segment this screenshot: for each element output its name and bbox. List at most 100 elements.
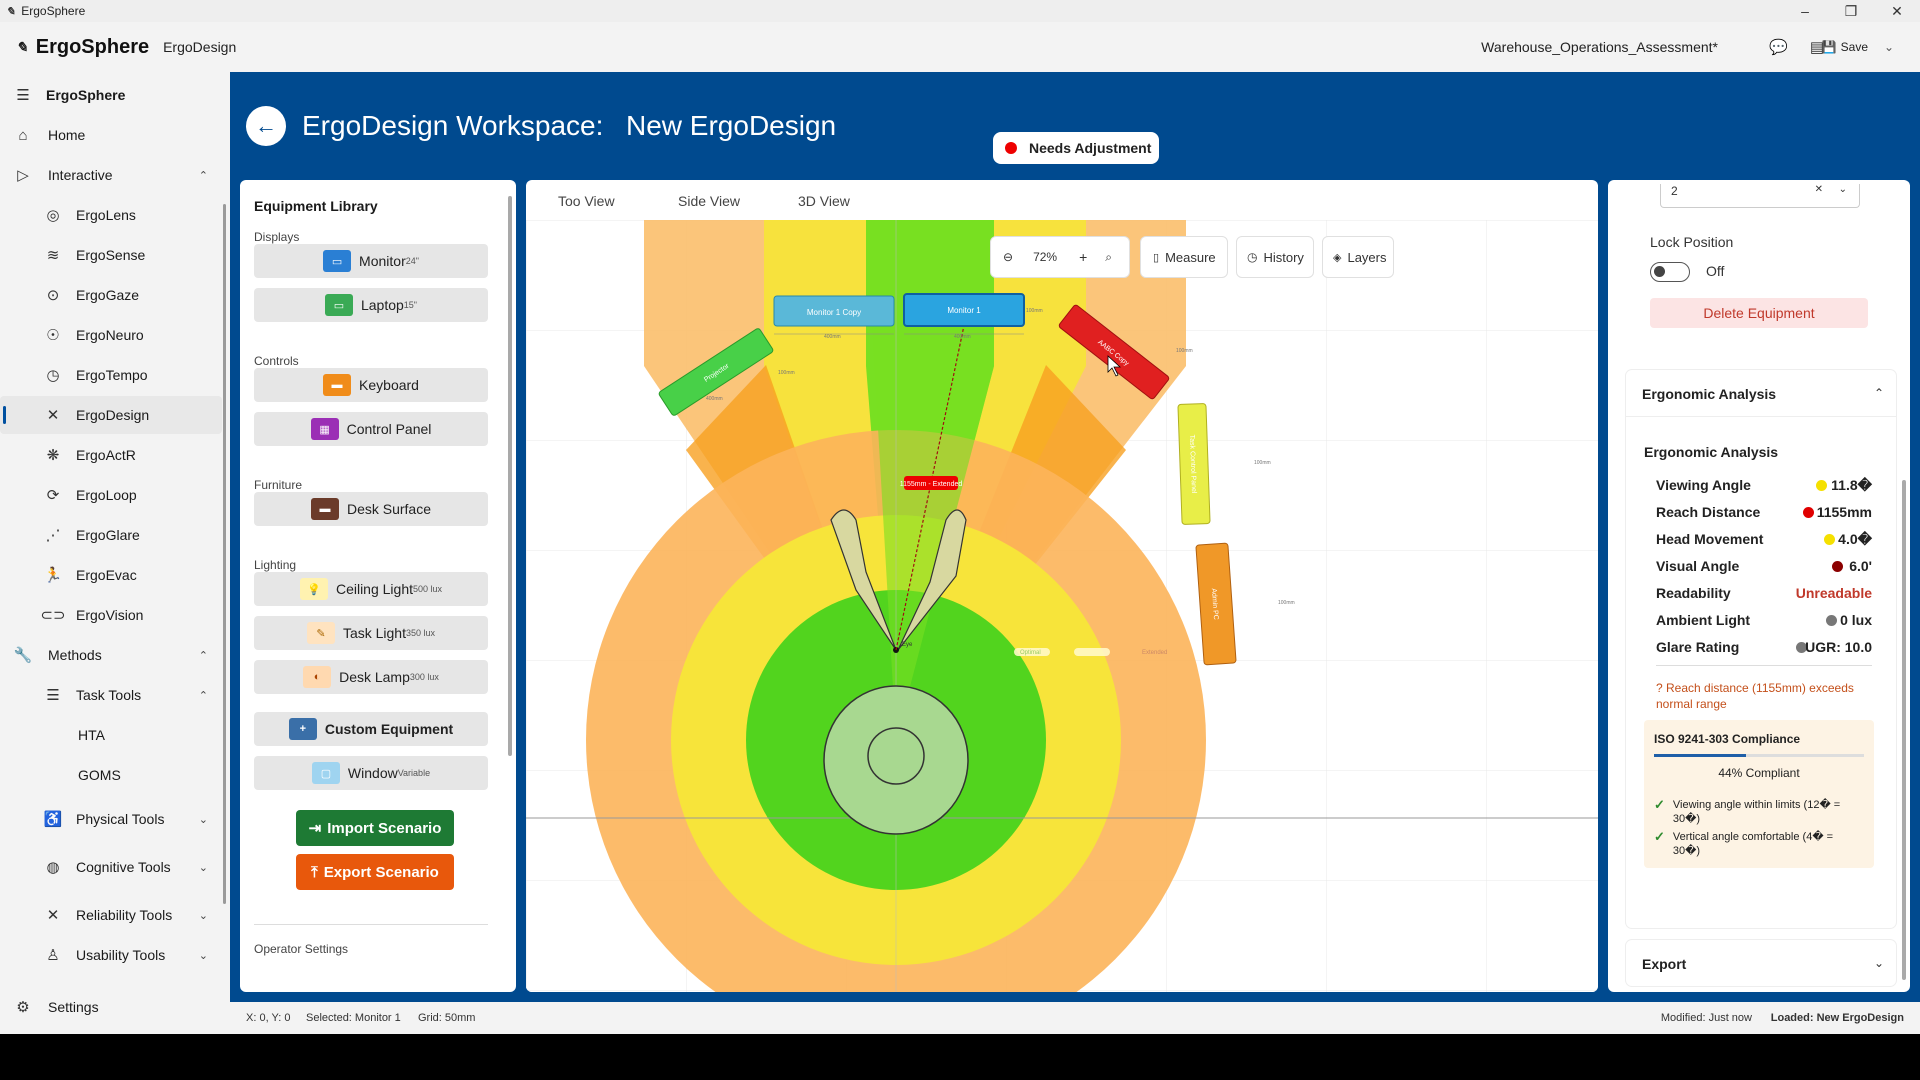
maximize-button[interactable]: ❐ — [1828, 0, 1874, 22]
chevron-down-icon[interactable]: ⌄ — [1839, 184, 1847, 195]
properties-scrollbar[interactable] — [1902, 480, 1906, 980]
library-scrollbar[interactable] — [508, 196, 512, 756]
sidebar-item-home[interactable]: ⌂ Home — [0, 116, 222, 154]
property-dropdown[interactable]: 2 ✕ ⌄ — [1660, 184, 1860, 208]
sidebar-item-ergoneuro[interactable]: ☉ ErgoNeuro — [0, 316, 222, 354]
sidebar-item-ergovision[interactable]: ⊂⊃ ErgoVision — [0, 596, 222, 634]
sidebar-item-settings[interactable]: ⚙ Settings — [0, 988, 222, 1026]
library-item-desk-lamp[interactable]: ◐ Desk Lamp 300 lux — [254, 660, 488, 694]
sidebar-item-ergoloop[interactable]: ⟳ ErgoLoop — [0, 476, 222, 514]
zoom-out-icon[interactable]: ⊖ — [1003, 250, 1013, 264]
save-icon: 💾 — [1821, 40, 1837, 54]
export-scenario-button[interactable]: ⤒ Export Scenario — [296, 854, 454, 890]
sidebar-item-reliability-tools[interactable]: ✕ Reliability Tools ⌄ — [0, 896, 222, 934]
sidebar-item-goms[interactable]: GOMS — [0, 756, 222, 794]
item-spec: 500 lux — [413, 584, 443, 594]
metric-reach-distance: Reach Distance 1155mm — [1656, 501, 1872, 523]
import-label: Import Scenario — [327, 819, 442, 837]
extended-label: Extended — [1142, 650, 1167, 656]
equipment-library: Equipment Library Displays ▭ Monitor 24" ▭… — [240, 180, 516, 992]
control-panel-icon: ▦ — [310, 418, 339, 440]
sidebar-item-ergosense[interactable]: ≋ ErgoSense — [0, 236, 222, 274]
app-logo-icon: ✎ — [6, 5, 16, 18]
sidebar-item-hta[interactable]: HTA — [0, 716, 222, 754]
item-label: Window — [347, 765, 398, 781]
sidebar-item-usability-tools[interactable]: ♙ Usability Tools ⌄ — [0, 936, 222, 974]
chevron-down-icon: ⌄ — [198, 949, 208, 962]
lock-position-toggle[interactable] — [1650, 262, 1690, 282]
tab-top-view[interactable]: Too View — [558, 193, 615, 209]
dropdown-value: 2 — [1671, 184, 1678, 198]
iso-progress-bar — [1654, 754, 1864, 757]
layers-button[interactable]: ◈ Layers — [1322, 236, 1394, 278]
history-button[interactable]: ◷ History — [1236, 236, 1314, 278]
normal-reach-marker — [1074, 648, 1110, 656]
close-button[interactable]: ✕ — [1874, 0, 1920, 22]
library-item-window[interactable]: ▢ Window Variable — [254, 756, 488, 790]
comment-icon[interactable]: 💬 — [1769, 38, 1788, 56]
tab-3d-view[interactable]: 3D View — [798, 193, 850, 209]
import-scenario-button[interactable]: ⇥ Import Scenario — [296, 810, 454, 846]
zoom-controls: ⊖ 72% + ⌕ — [990, 236, 1130, 278]
minimize-button[interactable]: – — [1782, 0, 1828, 22]
hamburger-menu-icon[interactable]: ☰ — [12, 86, 34, 104]
library-item-ceiling-light[interactable]: 💡 Ceiling Light 500 lux — [254, 572, 488, 606]
sidebar-item-physical-tools[interactable]: ♿ Physical Tools ⌄ — [0, 800, 222, 838]
sidebar: ☰ ErgoSphere ⌂ Home ▷ Interactive ⌃ ◎ ErgoLen… — [0, 72, 230, 1034]
chevron-up-icon[interactable]: ⌃ — [1874, 386, 1884, 400]
import-icon: ⇥ — [308, 820, 322, 837]
library-item-laptop[interactable]: ▭ Laptop 15" — [254, 288, 488, 322]
clear-icon[interactable]: ✕ — [1815, 184, 1823, 195]
delete-equipment-button[interactable]: Delete Equipment — [1650, 298, 1868, 328]
measure-button[interactable]: ▯ Measure — [1140, 236, 1228, 278]
sidebar-item-methods[interactable]: 🔧 Methods ⌃ — [0, 636, 222, 674]
sidebar-item-ergotempo[interactable]: ◷ ErgoTempo — [0, 356, 222, 394]
analysis-title: Ergonomic Analysis — [1644, 444, 1779, 460]
library-item-keyboard[interactable]: ▬ Keyboard — [254, 368, 488, 402]
section-divider — [1626, 416, 1896, 417]
wrench-icon: 🔧 — [13, 647, 33, 664]
physical-icon: ♿ — [43, 811, 63, 828]
zoom-in-icon[interactable]: + — [1079, 249, 1087, 265]
tab-side-view[interactable]: Side View — [678, 193, 740, 209]
sidebar-item-ergoactr[interactable]: ❋ ErgoActR — [0, 436, 222, 474]
section-header-ergonomic-analysis[interactable]: Ergonomic Analysis — [1642, 386, 1776, 402]
sidebar-scrollbar[interactable] — [223, 204, 226, 904]
library-item-monitor[interactable]: ▭ Monitor 24" — [254, 244, 488, 278]
plus-icon: + — [288, 718, 317, 740]
sidebar-item-label: ErgoLoop — [76, 487, 137, 503]
back-button[interactable]: ← — [246, 106, 286, 146]
sidebar-item-ergogaze[interactable]: ⊙ ErgoGaze — [0, 276, 222, 314]
sidebar-item-ergodesign[interactable]: ✕ ErgoDesign — [0, 396, 222, 434]
canvas-svg[interactable]: Eye 1155mm - Extended Optimal Extended M… — [526, 220, 1598, 992]
sidebar-item-interactive[interactable]: ▷ Interactive ⌃ — [0, 156, 222, 194]
design-canvas[interactable]: Eye 1155mm - Extended Optimal Extended M… — [526, 220, 1598, 992]
chevron-down-icon[interactable]: ⌄ — [1874, 956, 1884, 970]
sidebar-item-task-tools[interactable]: ☰ Task Tools ⌃ — [0, 676, 222, 714]
section-header-export[interactable]: Export — [1642, 956, 1686, 972]
arrow-left-icon: ← — [255, 113, 277, 138]
save-button[interactable]: 💾 Save — [1822, 40, 1868, 54]
sidebar-item-ergolens[interactable]: ◎ ErgoLens — [0, 196, 222, 234]
equipment-task-control-panel[interactable]: Task Control Panel — [1177, 403, 1211, 525]
laptop-icon: ▭ — [324, 294, 353, 316]
sidebar-item-label: Usability Tools — [76, 947, 166, 963]
operator-head — [867, 727, 925, 785]
library-item-desk[interactable]: ▬ Desk Surface — [254, 492, 488, 526]
sidebar-item-ergoevac[interactable]: 🏃 ErgoEvac — [0, 556, 222, 594]
library-item-task-light[interactable]: ✎ Task Light 350 lux — [254, 616, 488, 650]
sidebar-header[interactable]: ☰ ErgoSphere — [0, 76, 222, 114]
dimension-label: 100mm — [1254, 460, 1271, 466]
zoom-fit-icon[interactable]: ⌕ — [1105, 250, 1112, 265]
library-item-custom-equipment[interactable]: + Custom Equipment — [254, 712, 488, 746]
sidebar-item-cognitive-tools[interactable]: ◍ Cognitive Tools ⌄ — [0, 848, 222, 886]
item-spec: Variable — [397, 768, 431, 778]
library-item-control-panel[interactable]: ▦ Control Panel — [254, 412, 488, 446]
sidebar-item-label: ErgoSense — [76, 247, 146, 263]
metric-visual-angle: Visual Angle 6.0' — [1656, 555, 1872, 577]
save-menu-chevron-icon[interactable]: ⌄ — [1884, 40, 1894, 54]
lock-state-text: Off — [1706, 263, 1725, 279]
sidebar-item-ergoglare[interactable]: ⋰ ErgoGlare — [0, 516, 222, 554]
dimension-label: 400mm — [706, 396, 723, 402]
category-lighting: Lighting — [254, 558, 297, 572]
